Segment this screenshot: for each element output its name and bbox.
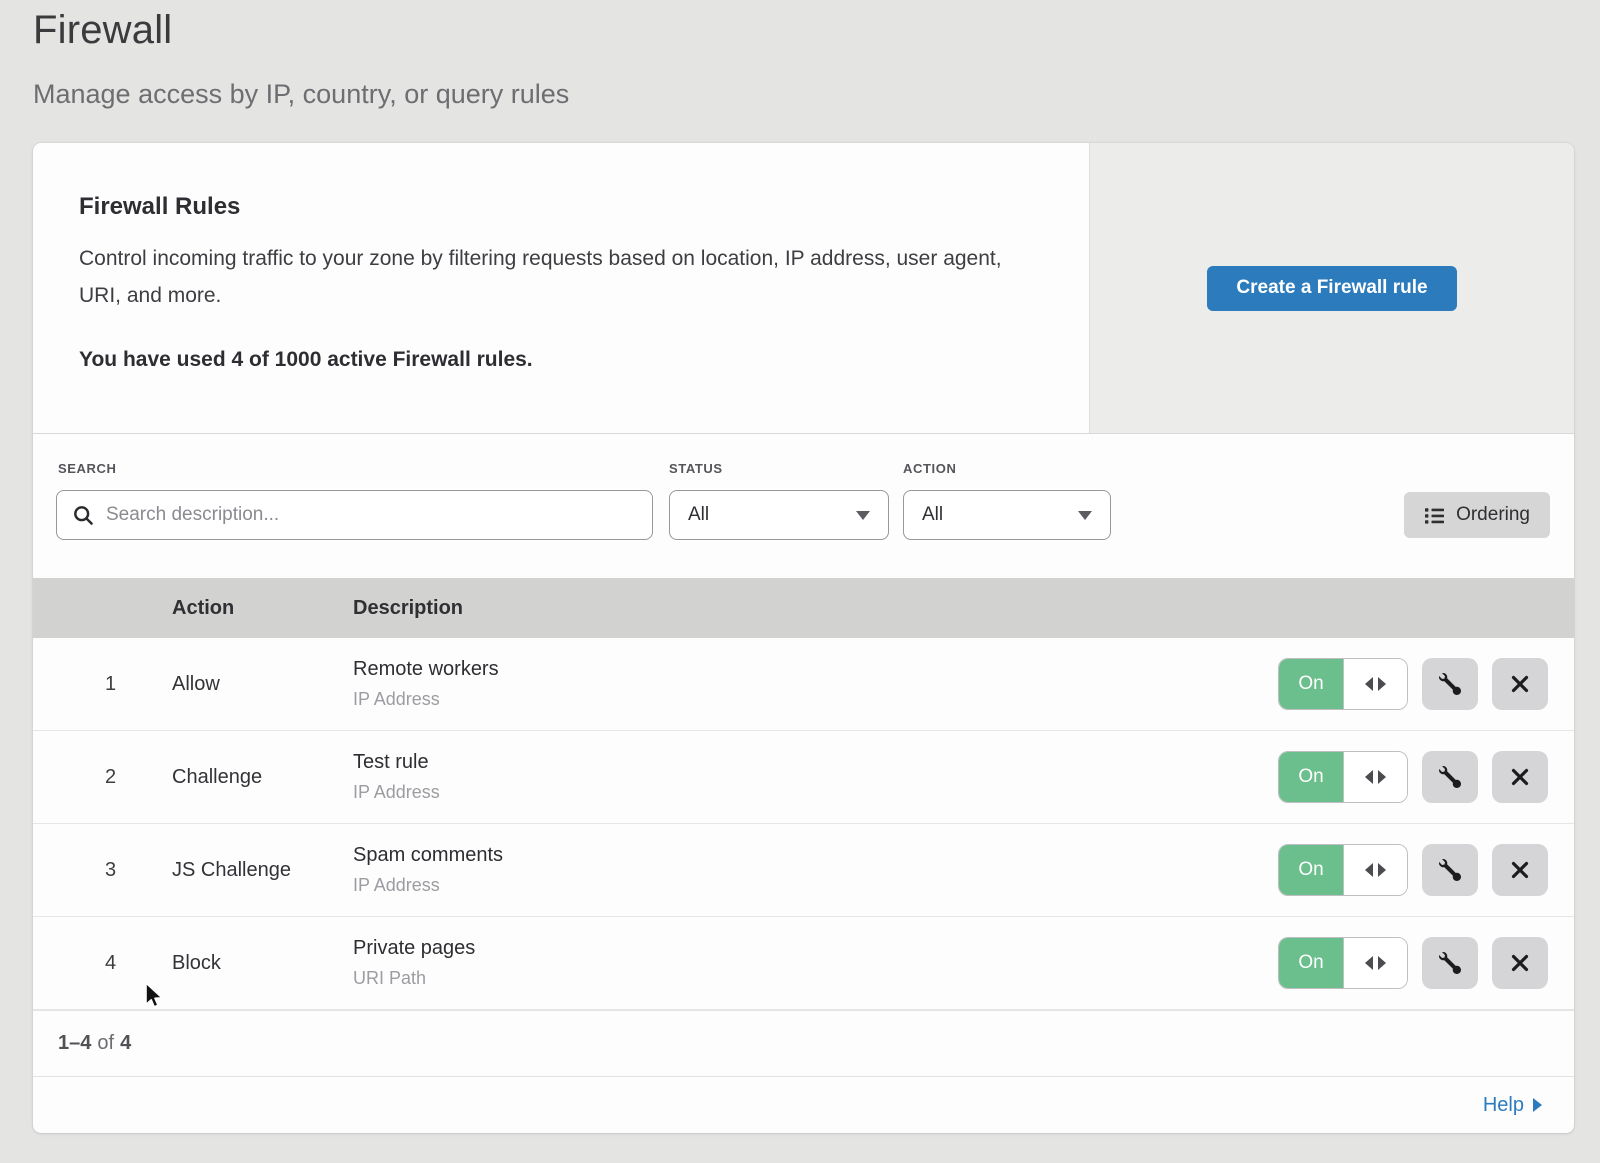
page-header: Firewall Manage access by IP, country, o… xyxy=(33,8,569,110)
overview-heading: Firewall Rules xyxy=(79,193,1043,221)
close-icon xyxy=(1509,766,1531,788)
delete-rule-button[interactable] xyxy=(1492,751,1548,803)
rule-description: Spam comments xyxy=(353,844,1254,867)
arrow-right-icon xyxy=(1378,863,1386,877)
close-icon xyxy=(1509,673,1531,695)
close-icon xyxy=(1509,952,1531,974)
ordered-list-icon xyxy=(1424,505,1445,526)
rule-description: Test rule xyxy=(353,751,1254,774)
toggle-switch-segment[interactable] xyxy=(1343,845,1407,895)
rule-description: Remote workers xyxy=(353,658,1254,681)
search-label: SEARCH xyxy=(58,461,117,476)
rule-priority: 1 xyxy=(33,673,172,696)
page-subtitle: Manage access by IP, country, or query r… xyxy=(33,79,569,110)
status-select[interactable]: All xyxy=(669,490,889,540)
arrow-right-icon xyxy=(1378,770,1386,784)
pagination-of: of xyxy=(97,1032,114,1055)
rule-action: JS Challenge xyxy=(172,859,353,882)
delete-rule-button[interactable] xyxy=(1492,658,1548,710)
firewall-page: { "page": { "title": "Firewall", "subtit… xyxy=(0,0,1600,1163)
toggle-on-segment[interactable]: On xyxy=(1279,938,1343,988)
toggle-switch-segment[interactable] xyxy=(1343,938,1407,988)
action-label: ACTION xyxy=(903,461,956,476)
chevron-down-icon xyxy=(856,511,870,520)
search-input[interactable] xyxy=(106,504,636,526)
overview-text: Firewall Rules Control incoming traffic … xyxy=(33,143,1089,433)
close-icon xyxy=(1509,859,1531,881)
edit-rule-button[interactable] xyxy=(1422,658,1478,710)
ordering-button[interactable]: Ordering xyxy=(1404,492,1550,538)
rule-enabled-toggle[interactable]: On xyxy=(1278,751,1408,803)
ordering-button-label: Ordering xyxy=(1456,504,1530,526)
arrow-left-icon xyxy=(1365,956,1373,970)
filters-bar: SEARCH STATUS All ACTION All xyxy=(33,433,1574,578)
table-row: 1 Allow Remote workers IP Address On xyxy=(33,638,1574,731)
rules-usage-text: You have used 4 of 1000 active Firewall … xyxy=(79,348,1043,372)
status-label: STATUS xyxy=(669,461,723,476)
edit-rule-button[interactable] xyxy=(1422,844,1478,896)
rule-priority: 4 xyxy=(33,952,172,975)
rule-action: Allow xyxy=(172,673,353,696)
pagination-range: 1–4 xyxy=(58,1032,91,1055)
rule-field: IP Address xyxy=(353,875,1254,896)
pagination: 1–4 of 4 xyxy=(33,1010,1574,1076)
overview-description: Control incoming traffic to your zone by… xyxy=(79,241,1024,314)
rule-priority: 3 xyxy=(33,859,172,882)
rule-action: Challenge xyxy=(172,766,353,789)
rule-field: IP Address xyxy=(353,782,1254,803)
table-header: Action Description xyxy=(33,578,1574,638)
toggle-switch-segment[interactable] xyxy=(1343,659,1407,709)
table-row: 4 Block Private pages URI Path On xyxy=(33,917,1574,1010)
overview-action-panel: Create a Firewall rule xyxy=(1089,143,1574,433)
delete-rule-button[interactable] xyxy=(1492,937,1548,989)
edit-rule-button[interactable] xyxy=(1422,751,1478,803)
toggle-on-segment[interactable]: On xyxy=(1279,752,1343,802)
edit-rule-button[interactable] xyxy=(1422,937,1478,989)
pagination-total: 4 xyxy=(120,1032,131,1055)
search-box[interactable] xyxy=(56,490,653,540)
toggle-on-segment[interactable]: On xyxy=(1279,845,1343,895)
page-title: Firewall xyxy=(33,8,569,53)
create-firewall-rule-button[interactable]: Create a Firewall rule xyxy=(1207,266,1457,311)
action-column-header: Action xyxy=(172,597,353,620)
card-footer: Help xyxy=(33,1076,1574,1133)
overview-section: Firewall Rules Control incoming traffic … xyxy=(33,143,1574,433)
rule-field: URI Path xyxy=(353,968,1254,989)
table-row: 2 Challenge Test rule IP Address On xyxy=(33,731,1574,824)
help-link-label: Help xyxy=(1483,1094,1524,1117)
wrench-icon xyxy=(1439,766,1461,788)
search-icon xyxy=(73,505,94,526)
arrow-right-icon xyxy=(1378,956,1386,970)
rule-enabled-toggle[interactable]: On xyxy=(1278,937,1408,989)
arrow-right-icon xyxy=(1378,677,1386,691)
rule-description: Private pages xyxy=(353,937,1254,960)
wrench-icon xyxy=(1439,859,1461,881)
rule-enabled-toggle[interactable]: On xyxy=(1278,844,1408,896)
toggle-switch-segment[interactable] xyxy=(1343,752,1407,802)
help-link[interactable]: Help xyxy=(1483,1094,1542,1117)
status-select-value: All xyxy=(688,504,709,526)
action-select-value: All xyxy=(922,504,943,526)
table-row: 3 JS Challenge Spam comments IP Address … xyxy=(33,824,1574,917)
rule-priority: 2 xyxy=(33,766,172,789)
firewall-card: Firewall Rules Control incoming traffic … xyxy=(33,143,1574,1133)
description-column-header: Description xyxy=(353,597,1254,620)
action-select[interactable]: All xyxy=(903,490,1111,540)
rule-field: IP Address xyxy=(353,689,1254,710)
arrow-left-icon xyxy=(1365,863,1373,877)
wrench-icon xyxy=(1439,673,1461,695)
wrench-icon xyxy=(1439,952,1461,974)
arrow-right-icon xyxy=(1533,1098,1542,1112)
delete-rule-button[interactable] xyxy=(1492,844,1548,896)
chevron-down-icon xyxy=(1078,511,1092,520)
toggle-on-segment[interactable]: On xyxy=(1279,659,1343,709)
rule-enabled-toggle[interactable]: On xyxy=(1278,658,1408,710)
rule-action: Block xyxy=(172,952,353,975)
arrow-left-icon xyxy=(1365,677,1373,691)
arrow-left-icon xyxy=(1365,770,1373,784)
